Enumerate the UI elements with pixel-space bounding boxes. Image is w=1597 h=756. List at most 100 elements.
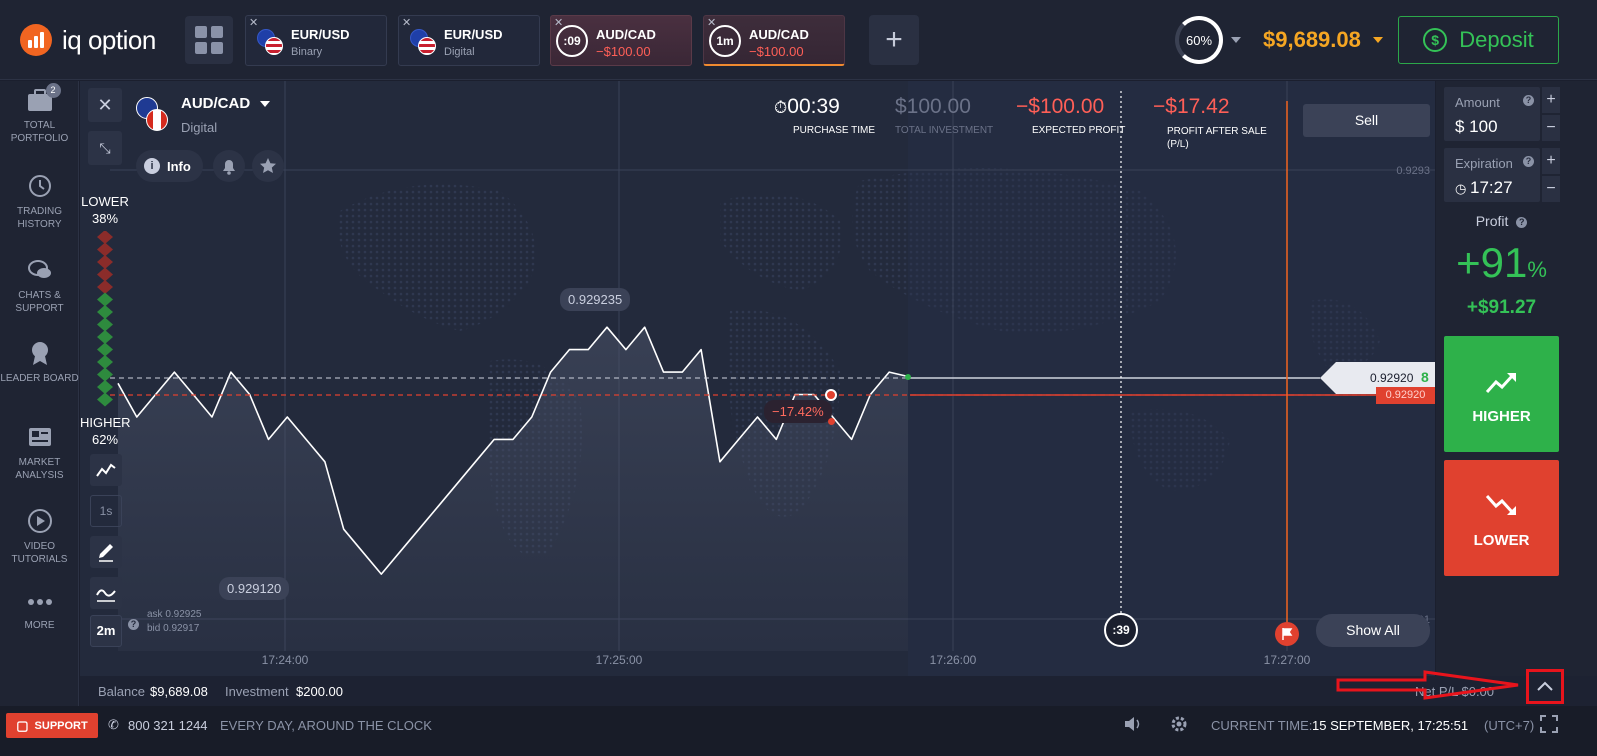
higher-sentiment-percent: 62% xyxy=(91,432,119,447)
expiration-increase-button[interactable]: + xyxy=(1542,148,1560,174)
info-button[interactable]: i Info xyxy=(136,150,203,182)
x-tick-label: 17:25:00 xyxy=(596,653,643,667)
expiration-value[interactable]: 17:27 xyxy=(1470,178,1513,198)
sidebar-item-market-analysis[interactable]: MARKET ANALYSIS xyxy=(0,424,79,482)
asset-tab-eurusd-binary[interactable]: ✕ EUR/USD Binary xyxy=(245,15,387,66)
expiration-field[interactable]: Expiration ? ◷ 17:27 xyxy=(1444,148,1540,202)
fullscreen-icon[interactable] xyxy=(1540,715,1558,736)
sidebar-item-label: MORE xyxy=(24,620,55,631)
alert-button[interactable] xyxy=(213,150,245,182)
amount-increase-button[interactable]: + xyxy=(1542,87,1560,113)
sound-icon[interactable] xyxy=(1123,715,1143,736)
profit-after-sale-value: −$17.42 xyxy=(1153,95,1230,118)
bid-price: bid 0.92917 xyxy=(147,623,200,634)
tab-asset-name: AUD/CAD xyxy=(596,27,656,42)
sentiment-segment xyxy=(97,231,113,244)
amount-value[interactable]: $ 100 xyxy=(1455,117,1498,137)
amount-decrease-button[interactable]: − xyxy=(1542,115,1560,141)
help-icon[interactable]: ? xyxy=(1523,95,1534,106)
period-button[interactable]: 2m xyxy=(90,615,122,647)
play-icon xyxy=(27,508,53,534)
sidebar-item-more[interactable]: MORE xyxy=(0,597,79,632)
help-icon[interactable]: ? xyxy=(128,619,139,630)
expiry-timer: :39 xyxy=(1104,613,1138,647)
profit-amount: +$91.27 xyxy=(1466,297,1537,318)
current-price-main: 0.92920 xyxy=(1370,371,1414,385)
expiration-decrease-button[interactable]: − xyxy=(1542,176,1560,202)
sentiment-segment xyxy=(97,292,113,307)
star-icon xyxy=(260,158,276,173)
logo-icon xyxy=(20,24,52,56)
sidebar-item-label: MARKET ANALYSIS xyxy=(15,457,64,481)
chevron-down-icon[interactable] xyxy=(1231,37,1241,43)
settings-gear-icon[interactable] xyxy=(1169,714,1189,737)
higher-sentiment-label: HIGHER xyxy=(80,415,131,430)
indicators-button[interactable] xyxy=(90,577,122,609)
sidebar-item-chats-support[interactable]: CHATS & SUPPORT xyxy=(0,257,79,315)
minimize-chart-button[interactable]: ⤡ xyxy=(88,131,122,165)
history-icon xyxy=(27,173,53,199)
trade-panel: Amount ? $ 100 + − Expiration ? ◷ 17:27 … xyxy=(1436,81,1597,676)
expected-profit-label: EXPECTED PROFIT xyxy=(1032,125,1126,136)
current-price-last-digit: 8 xyxy=(1421,369,1429,385)
percent-indicator[interactable]: 60% xyxy=(1175,16,1223,64)
chart-area[interactable]: 0.9293 0.9291 17:24:00 17:25:00 17:26:00… xyxy=(80,81,1435,676)
wave-icon xyxy=(96,589,116,602)
trade-open-marker[interactable] xyxy=(825,389,837,401)
support-button[interactable]: ▢ SUPPORT xyxy=(6,713,98,738)
account-balance[interactable]: $9,689.08 xyxy=(1263,27,1361,53)
favorite-button[interactable] xyxy=(252,150,284,182)
sell-button[interactable]: Sell xyxy=(1303,104,1430,137)
logo[interactable]: iq option xyxy=(20,22,156,58)
sentiment-segment xyxy=(97,367,113,382)
tab-asset-name: AUD/CAD xyxy=(749,27,809,42)
sentiment-bar xyxy=(97,231,113,407)
lower-sentiment-label: LOWER xyxy=(81,194,129,209)
lower-button[interactable]: LOWER xyxy=(1444,460,1559,576)
tab-asset-type: Binary xyxy=(291,46,323,58)
expand-panel-button[interactable] xyxy=(1526,669,1564,704)
asset-tab-audcad-9s[interactable]: ✕ :09 AUD/CAD −$100.00 xyxy=(550,15,692,66)
help-icon[interactable]: ? xyxy=(1523,156,1534,167)
higher-button[interactable]: HIGHER xyxy=(1444,336,1559,452)
support-phone[interactable]: 800 321 1244 xyxy=(128,718,208,733)
sentiment-segment xyxy=(97,355,113,369)
asset-tab-audcad-1m[interactable]: ✕ 1m AUD/CAD −$100.00 xyxy=(703,15,845,66)
chevron-down-icon[interactable] xyxy=(1373,37,1383,43)
interval-button[interactable]: 1s xyxy=(90,495,122,527)
drawing-tools-button[interactable] xyxy=(90,536,122,568)
purchase-time: ⏱00:39 xyxy=(774,95,840,119)
help-icon[interactable]: ? xyxy=(1516,217,1528,228)
asset-tab-eurusd-digital[interactable]: ✕ EUR/USD Digital xyxy=(398,15,540,66)
chart-type-button[interactable] xyxy=(90,454,122,486)
close-chart-button[interactable]: ✕ xyxy=(88,88,122,122)
sidebar-item-leader-board[interactable]: LEADER BOARD xyxy=(0,340,79,385)
expiration-label: Expiration xyxy=(1455,156,1513,171)
sidebar-item-video-tutorials[interactable]: VIDEO TUTORIALS xyxy=(0,508,79,566)
close-tab-icon[interactable]: ✕ xyxy=(249,16,258,29)
medal-icon xyxy=(27,340,53,366)
chevron-down-icon xyxy=(260,101,271,108)
add-tab-button[interactable]: + xyxy=(869,15,919,65)
sentiment-segment xyxy=(97,392,113,407)
assets-grid-button[interactable] xyxy=(185,16,233,64)
sidebar-item-total-portfolio[interactable]: 2 TOTAL PORTFOLIO xyxy=(0,83,79,145)
lower-sentiment: LOWER 38% xyxy=(80,193,130,227)
dollar-circle-icon: $ xyxy=(1423,28,1448,52)
asset-selector[interactable]: AUD/CAD xyxy=(181,95,271,112)
info-label: Info xyxy=(167,158,191,174)
profit-header: Profit ? xyxy=(1436,213,1567,229)
account-info-bar: Balance $9,689.08 Investment $200.00 Net… xyxy=(80,669,1597,706)
briefcase-icon: 2 xyxy=(27,83,61,113)
expected-profit-value: −$100.00 xyxy=(1016,95,1105,118)
ask-price: ask 0.92925 xyxy=(147,609,202,620)
trade-pnl-label: −17.42% xyxy=(764,400,832,423)
close-tab-icon[interactable]: ✕ xyxy=(402,16,411,29)
deposit-button[interactable]: $ Deposit xyxy=(1398,16,1559,64)
amount-field[interactable]: Amount ? $ 100 xyxy=(1444,87,1540,141)
support-label: SUPPORT xyxy=(34,719,88,732)
show-all-button[interactable]: Show All xyxy=(1316,614,1430,647)
total-investment-label: TOTAL INVESTMENT xyxy=(895,125,994,136)
sidebar-item-trading-history[interactable]: TRADING HISTORY xyxy=(0,173,79,231)
x-tick-label: 17:26:00 xyxy=(930,653,977,667)
